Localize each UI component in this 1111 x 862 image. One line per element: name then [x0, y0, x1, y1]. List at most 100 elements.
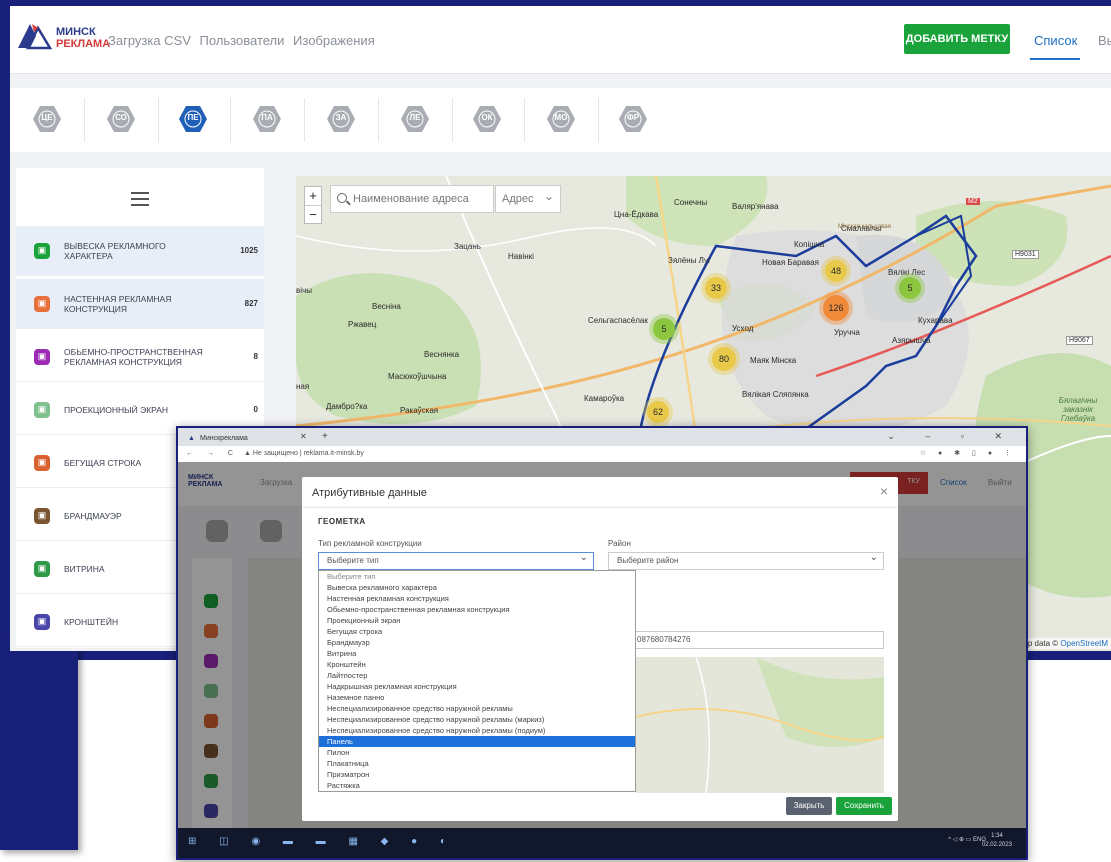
- address-type-select[interactable]: Адрес: [495, 183, 561, 213]
- filter-hex-label: ЛЕ: [409, 113, 421, 122]
- type-select[interactable]: Выберите тип: [318, 550, 594, 570]
- dropdown-option[interactable]: Призматрон: [319, 769, 635, 780]
- browser-nav-controls[interactable]: ← → C: [186, 446, 239, 462]
- taskbar-clock[interactable]: 1:34 02.02.2023: [982, 832, 1012, 850]
- filter-hex-4[interactable]: ЗА: [326, 104, 356, 134]
- filter-hex-5[interactable]: ЛЕ: [400, 104, 430, 134]
- tab-list[interactable]: Список: [1034, 33, 1077, 48]
- zoom-in-button[interactable]: +: [305, 187, 321, 205]
- dropdown-option[interactable]: Лайтпостер: [319, 670, 635, 681]
- logo[interactable]: МИНСК РЕКЛАМА: [16, 20, 110, 58]
- address-search-input[interactable]: Наименование адреса: [330, 185, 494, 213]
- save-button[interactable]: Сохранить: [836, 797, 892, 815]
- category-icon: ▣: [34, 348, 50, 365]
- dropdown-option[interactable]: Неспециализированное средство наружной р…: [319, 725, 635, 736]
- map-place-label: Навінкі: [508, 252, 534, 261]
- sidebar-item-label: НАСТЕННАЯ РЕКЛАМНАЯ КОНСТРУКЦИЯ: [64, 293, 172, 314]
- dropdown-option[interactable]: Неспециализированное средство наружной р…: [319, 714, 635, 725]
- dropdown-option[interactable]: Вывеска рекламного характера: [319, 582, 635, 593]
- modal-close-icon[interactable]: ×: [880, 483, 888, 499]
- type-dropdown-list: Выберите тип Вывеска рекламного характера…: [318, 570, 636, 792]
- dropdown-option[interactable]: Обьемно-пространственная рекламная конст…: [319, 604, 635, 615]
- nav-link-users[interactable]: Пользователи: [200, 33, 285, 48]
- tab-close-icon[interactable]: ✕: [300, 432, 307, 441]
- map-cluster-marker[interactable]: 5: [653, 318, 675, 340]
- sidebar-item[interactable]: ▣ НАСТЕННАЯ РЕКЛАМНАЯ КОНСТРУКЦИЯ 827: [16, 279, 264, 329]
- background-frame-tail: [0, 640, 78, 850]
- filter-separator: [524, 98, 525, 142]
- map-place-label: Масюкоўшчына: [388, 372, 447, 381]
- filter-hex-8[interactable]: ФР: [618, 104, 648, 134]
- dropdown-option[interactable]: Настенная рекламная конструкция: [319, 593, 635, 604]
- map-place-label: Вялікі Лес: [888, 268, 926, 277]
- dropdown-option[interactable]: Проекционный экран: [319, 615, 635, 626]
- logout-link[interactable]: Вы: [1098, 33, 1111, 48]
- add-marker-button[interactable]: ДОБАВИТЬ МЕТКУ: [904, 24, 1010, 54]
- category-icon: ▣: [34, 295, 50, 312]
- close-button[interactable]: Закрыть: [786, 797, 832, 815]
- type-label: Тип рекламной конструкции: [318, 539, 422, 548]
- sidebar-item-label: ПРОЕКЦИОННЫЙ ЭКРАН: [64, 404, 169, 415]
- map-cluster-marker[interactable]: 62: [647, 401, 669, 423]
- filter-hex-0[interactable]: ЦЕ: [32, 104, 62, 134]
- dropdown-option[interactable]: Кронштейн: [319, 659, 635, 670]
- system-tray[interactable]: ^ ◁ ⊕ ▭ ENG: [948, 836, 986, 843]
- map-place-label: Зацань: [454, 242, 481, 251]
- district-select[interactable]: Выберите район: [608, 550, 884, 570]
- dropdown-option[interactable]: Плакатница: [319, 758, 635, 769]
- modal-map-canvas: [636, 657, 884, 793]
- attribution-link[interactable]: OpenStreetM: [1060, 639, 1108, 648]
- sidebar-item-label: ВЫВЕСКА РЕКЛАМНОГО ХАРАКТЕРА: [64, 240, 166, 261]
- url-text[interactable]: ▲ Не защищено | reklama.it-minsk.by: [244, 446, 364, 462]
- dropdown-option[interactable]: Витрина: [319, 648, 635, 659]
- dropdown-option[interactable]: Растяжка: [319, 780, 635, 791]
- filter-hex-label: МО: [554, 113, 568, 122]
- nav-link-csv-upload[interactable]: Загрузка CSV: [108, 33, 191, 48]
- dropdown-option[interactable]: Пилон: [319, 747, 635, 758]
- zoom-out-button[interactable]: −: [305, 205, 321, 223]
- filter-hex-3[interactable]: ПА: [252, 104, 282, 134]
- sidebar-item-count: 827: [244, 299, 258, 308]
- filter-hex-6[interactable]: ОК: [472, 104, 502, 134]
- filter-hex-label: СО: [115, 113, 127, 122]
- filter-hex-1[interactable]: СО: [106, 104, 136, 134]
- dropdown-option[interactable]: Панель: [319, 736, 635, 747]
- extension-icons[interactable]: ☆ ● ✱ ▯ ● ⋮: [920, 446, 1016, 462]
- address-bar[interactable]: ← → C ▲ Не защищено | reklama.it-minsk.b…: [178, 446, 1026, 462]
- menu-icon[interactable]: [131, 192, 149, 206]
- nav-link-images[interactable]: Изображения: [293, 33, 375, 48]
- dropdown-option[interactable]: Надкрышная рекламная конструкция: [319, 681, 635, 692]
- browser-chrome: Минскреклама ✕ + ⌄ – ▫ ✕ ← → C ▲ Не защи…: [178, 428, 1026, 462]
- sidebar-item[interactable]: ▣ ОБЬЕМНО-ПРОСТРАНСТВЕННАЯ РЕКЛАМНАЯ КОНС…: [16, 332, 264, 382]
- clock-date: 02.02.2023: [981, 842, 1012, 848]
- map-place-label: Мінская кальцавая: [838, 224, 891, 230]
- modal-map[interactable]: [636, 657, 884, 793]
- filter-hex-2[interactable]: ПЕ: [178, 104, 208, 134]
- new-tab-icon[interactable]: +: [322, 431, 328, 442]
- map-cluster-marker[interactable]: 48: [825, 260, 847, 282]
- map-cluster-marker[interactable]: 126: [823, 295, 849, 321]
- map-place-label: Бялагічны заказнік Глебаўка: [1058, 396, 1098, 423]
- map-cluster-marker[interactable]: 33: [705, 277, 727, 299]
- category-icon: ▣: [34, 560, 50, 577]
- dropdown-option[interactable]: Неспециализированное средство наружной р…: [319, 703, 635, 714]
- coordinates-field[interactable]: 087680784276: [632, 631, 884, 649]
- dropdown-option[interactable]: Бегущая строка: [319, 626, 635, 637]
- filter-hex-7[interactable]: МО: [546, 104, 576, 134]
- filter-separator: [378, 98, 379, 142]
- dropdown-option[interactable]: Наземное панно: [319, 692, 635, 703]
- dropdown-option[interactable]: Брандмауэр: [319, 637, 635, 648]
- sidebar-item[interactable]: ▣ ВЫВЕСКА РЕКЛАМНОГО ХАРАКТЕРА 1025: [16, 226, 264, 276]
- url-security-text: Не защищено: [252, 450, 298, 457]
- dropdown-option[interactable]: Выберите тип: [319, 571, 635, 582]
- window-controls[interactable]: ⌄ – ▫ ✕: [887, 431, 1016, 442]
- map-place-label: Сонечны: [674, 198, 708, 207]
- map-cluster-marker[interactable]: 5: [899, 277, 921, 299]
- map-cluster-marker[interactable]: 80: [712, 347, 736, 371]
- map-place-label: Камароўка: [584, 394, 625, 403]
- browser-tab[interactable]: Минскреклама: [186, 432, 314, 446]
- zoom-control: + −: [304, 186, 322, 224]
- top-navbar: МИНСК РЕКЛАМА Загрузка CSV Пользователи …: [10, 6, 1111, 74]
- filter-separator: [84, 98, 85, 142]
- taskbar-app-icons[interactable]: ⊞ ◫ ◉ ▬ ▬ ▦ ◆ ● ◐: [188, 836, 456, 847]
